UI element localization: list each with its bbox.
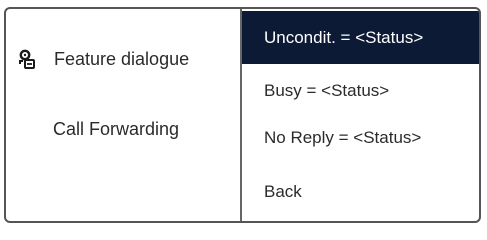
call-forwarding-item[interactable]: Call Forwarding xyxy=(53,119,179,140)
feature-dialogue-icon xyxy=(16,47,40,71)
menu-item-busy[interactable]: Busy = <Status> xyxy=(242,66,479,116)
phone-display: Feature dialogue Call Forwarding Uncondi… xyxy=(0,0,487,226)
menu-item-unconditional[interactable]: Uncondit. = <Status> xyxy=(242,11,479,64)
context-panel: Feature dialogue Call Forwarding xyxy=(6,9,240,221)
menu-item-back[interactable]: Back xyxy=(242,167,479,217)
menu-item-label: Back xyxy=(264,182,302,201)
display-frame: Feature dialogue Call Forwarding Uncondi… xyxy=(4,7,481,223)
feature-dialogue-label: Feature dialogue xyxy=(54,48,190,69)
menu-item-label: No Reply = <Status> xyxy=(264,128,422,147)
menu-item-no-reply[interactable]: No Reply = <Status> xyxy=(242,113,479,163)
forwarding-menu: Uncondit. = <Status> Busy = <Status> No … xyxy=(242,9,479,221)
feature-dialogue-item[interactable]: Feature dialogue xyxy=(16,47,189,71)
menu-item-label: Busy = <Status> xyxy=(264,81,390,100)
call-forwarding-label: Call Forwarding xyxy=(53,119,180,139)
menu-item-label: Uncondit. = <Status> xyxy=(264,27,424,47)
